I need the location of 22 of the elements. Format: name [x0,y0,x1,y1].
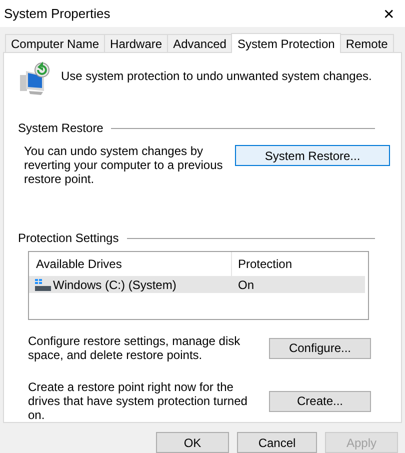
system-protection-icon [18,61,52,97]
drive-name: Windows (C:) (System) [53,276,176,294]
action-description: Configure restore settings, manage disk space, and delete restore points. [28,334,242,362]
tab[interactable]: System Protection [231,33,341,53]
window-title: System Properties [4,4,110,23]
tab[interactable]: Remote [340,34,394,52]
dialog-button[interactable]: Cancel [237,432,317,453]
close-button[interactable]: ✕ [383,6,395,20]
dialog-button[interactable]: OK [156,432,229,453]
column-header[interactable]: Protection [232,255,292,273]
section-heading: System Restore [18,120,104,137]
dialog-button[interactable]: Configure... [269,338,371,358]
section-heading: Protection Settings [18,230,119,247]
action-description: Create a restore point right now for the drives that have system protection turned on. [28,380,248,422]
protection-status: On [237,276,254,294]
drive-row[interactable]: Windows (C:) (System) On [29,276,365,293]
system-restore-button[interactable]: System Restore... [235,145,390,166]
intro-text: Use system protection to undo unwanted system changes. [61,68,372,85]
dialog-button[interactable]: Create... [269,390,371,412]
restore-description: You can undo system changes by reverting your computer to a previous restore point. [24,144,224,186]
drive-icon [35,278,51,290]
tab[interactable]: Computer Name [5,34,106,52]
